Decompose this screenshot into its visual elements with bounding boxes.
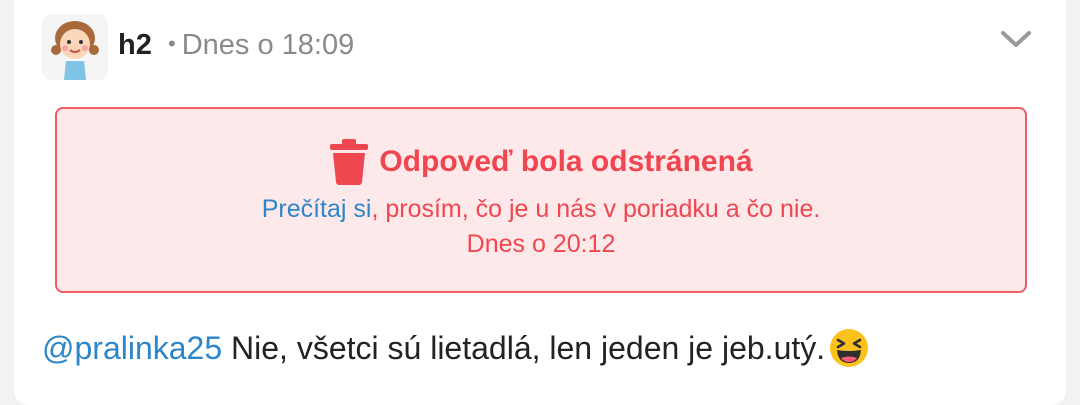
deleted-explanation: Prečítaj si, prosím, čo je u nás v poria… — [57, 195, 1025, 224]
rules-link[interactable]: Prečítaj si — [262, 195, 372, 223]
deleted-title-row: Odpoveď bola odstránená — [57, 139, 1025, 185]
username[interactable]: h2 — [118, 26, 152, 64]
mention-link[interactable]: @pralinka25 — [42, 330, 222, 366]
comment-card: h2 • Dnes o 18:09 Odpoveď bola odstránená… — [14, 0, 1066, 405]
deleted-reply-notice: Odpoveď bola odstránená Prečítaj si, pro… — [55, 107, 1027, 293]
deleted-explanation-text: , prosím, čo je u nás v poriadku a čo ni… — [371, 195, 821, 223]
laughing-emoji-icon — [829, 328, 869, 368]
chevron-down-icon[interactable] — [996, 22, 1036, 58]
trash-icon — [329, 139, 369, 185]
comment-text: @pralinka25 Nie, všetci sú lietadlá, len… — [42, 328, 869, 371]
deleted-time: Dnes o 20:12 — [466, 230, 616, 258]
user-avatar[interactable] — [42, 14, 108, 80]
comment-body: Nie, všetci sú lietadlá, len jeden je je… — [222, 330, 826, 366]
meta-separator: • — [168, 31, 176, 56]
post-meta: • Dnes o 18:09 — [168, 26, 354, 66]
deleted-title: Odpoveď bola odstránená — [379, 145, 753, 178]
post-timestamp: Dnes o 18:09 — [181, 29, 355, 61]
